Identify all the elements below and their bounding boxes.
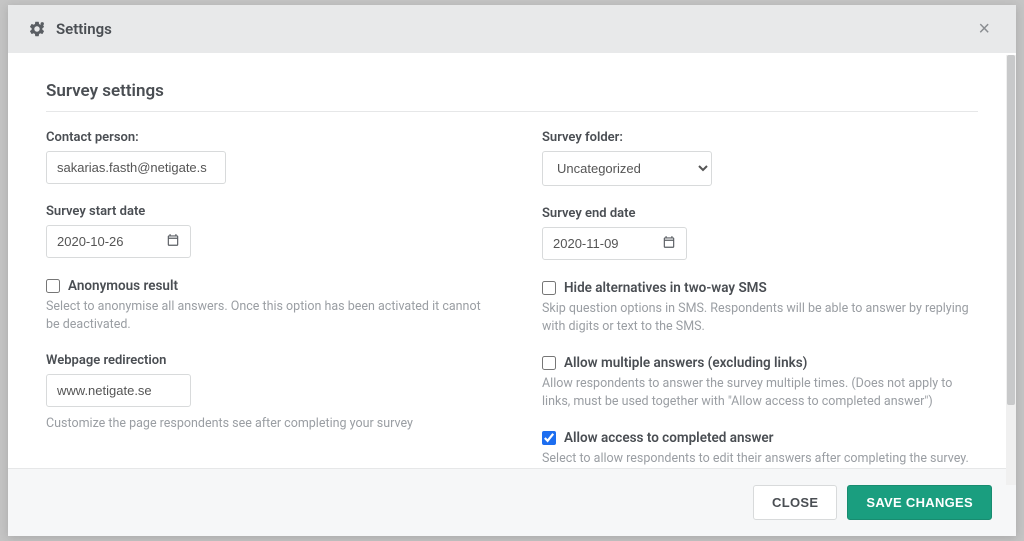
hide-alt-help: Skip question options in SMS. Respondent… bbox=[542, 300, 978, 335]
gear-icon bbox=[28, 20, 46, 38]
redirect-input[interactable] bbox=[46, 374, 191, 407]
end-date-input[interactable] bbox=[543, 228, 652, 259]
end-date-wrap[interactable] bbox=[542, 227, 687, 260]
form-row-1: Contact person: Survey start date bbox=[46, 130, 978, 468]
modal-body: Survey settings Contact person: Survey s… bbox=[8, 53, 1016, 468]
redirect-field: Webpage redirection Customize the page r… bbox=[46, 353, 482, 433]
start-date-label: Survey start date bbox=[46, 204, 482, 219]
hide-alt-field: Hide alternatives in two-way SMS Skip qu… bbox=[542, 280, 978, 335]
section-title: Survey settings bbox=[46, 81, 978, 112]
access-label[interactable]: Allow access to completed answer bbox=[564, 430, 774, 446]
close-icon[interactable]: × bbox=[972, 17, 996, 41]
modal-footer: CLOSE SAVE CHANGES bbox=[8, 468, 1016, 536]
redirect-help: Customize the page respondents see after… bbox=[46, 415, 482, 433]
scrollbar-thumb[interactable] bbox=[1007, 55, 1015, 405]
folder-field: Survey folder: Uncategorized bbox=[542, 130, 978, 186]
access-help: Select to allow respondents to edit thei… bbox=[542, 450, 978, 468]
multiple-label[interactable]: Allow multiple answers (excluding links) bbox=[564, 355, 807, 371]
hide-alt-row: Hide alternatives in two-way SMS bbox=[542, 280, 978, 296]
access-checkbox[interactable] bbox=[542, 431, 556, 445]
contact-label: Contact person: bbox=[46, 130, 482, 145]
access-field: Allow access to completed answer Select … bbox=[542, 430, 978, 468]
start-date-input[interactable] bbox=[47, 226, 156, 257]
save-changes-button[interactable]: SAVE CHANGES bbox=[847, 485, 992, 520]
left-col: Contact person: Survey start date bbox=[46, 130, 482, 468]
calendar-icon[interactable] bbox=[156, 233, 190, 251]
contact-field: Contact person: bbox=[46, 130, 482, 184]
start-date-wrap[interactable] bbox=[46, 225, 191, 258]
calendar-icon[interactable] bbox=[652, 235, 686, 253]
redirect-label: Webpage redirection bbox=[46, 353, 482, 368]
end-date-label: Survey end date bbox=[542, 206, 978, 221]
multiple-field: Allow multiple answers (excluding links)… bbox=[542, 355, 978, 410]
multiple-checkbox[interactable] bbox=[542, 356, 556, 370]
hide-alt-label[interactable]: Hide alternatives in two-way SMS bbox=[564, 280, 767, 296]
hide-alt-checkbox[interactable] bbox=[542, 281, 556, 295]
anonymous-label[interactable]: Anonymous result bbox=[68, 278, 178, 294]
folder-select[interactable]: Uncategorized bbox=[542, 151, 712, 186]
close-button[interactable]: CLOSE bbox=[753, 485, 837, 520]
start-date-field: Survey start date bbox=[46, 204, 482, 258]
modal-header: Settings × bbox=[8, 5, 1016, 53]
modal-title: Settings bbox=[56, 20, 112, 38]
anonymous-field: Anonymous result Select to anonymise all… bbox=[46, 278, 482, 333]
settings-modal: Settings × Survey settings Contact perso… bbox=[8, 5, 1016, 536]
multiple-help: Allow respondents to answer the survey m… bbox=[542, 375, 978, 410]
header-left: Settings bbox=[28, 20, 112, 38]
right-col: Survey folder: Uncategorized Survey end … bbox=[542, 130, 978, 468]
contact-input[interactable] bbox=[46, 151, 226, 184]
anonymous-row: Anonymous result bbox=[46, 278, 482, 294]
anonymous-checkbox[interactable] bbox=[46, 279, 60, 293]
folder-label: Survey folder: bbox=[542, 130, 978, 145]
access-row: Allow access to completed answer bbox=[542, 430, 978, 446]
multiple-row: Allow multiple answers (excluding links) bbox=[542, 355, 978, 371]
anonymous-help: Select to anonymise all answers. Once th… bbox=[46, 298, 482, 333]
end-date-field: Survey end date bbox=[542, 206, 978, 260]
